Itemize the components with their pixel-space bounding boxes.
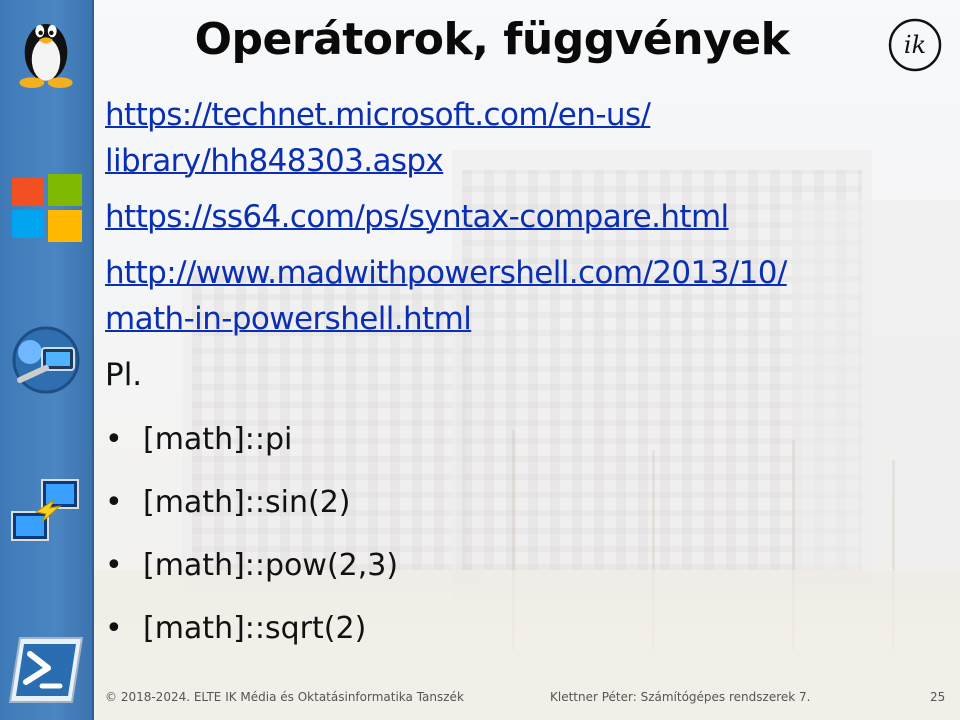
example-label: Pl.: [105, 357, 143, 393]
example-text: [math]::pi: [143, 422, 293, 457]
powershell-icon: [8, 637, 84, 703]
ik-logo-icon: ik: [888, 18, 942, 72]
link-3[interactable]: http://www.madwithpowershell.com/2013/10…: [105, 250, 945, 342]
logo-text: ik: [904, 31, 926, 59]
slide-title: Operátorok, függvények: [194, 14, 790, 65]
example-text: [math]::sqrt(2): [143, 611, 367, 646]
example-text: [math]::pow(2,3): [143, 548, 399, 583]
link-1-line-2[interactable]: library/hh848303.aspx: [105, 143, 444, 179]
link-1-line-1[interactable]: https://technet.microsoft.com/en-us/: [105, 97, 651, 133]
bullet-icon: •: [105, 422, 123, 457]
list-item: • [math]::pow(2,3): [105, 534, 945, 597]
footer-page-number: 25: [930, 690, 946, 704]
link-3-line-1[interactable]: http://www.madwithpowershell.com/2013/10…: [105, 255, 787, 291]
link-2-line-1[interactable]: https://ss64.com/ps/syntax-compare.html: [105, 199, 729, 235]
example-text: [math]::sin(2): [143, 485, 351, 520]
list-item: • [math]::pi: [105, 408, 945, 471]
linux-tux-icon: [19, 24, 73, 88]
windows-logo-icon: [12, 174, 82, 242]
slide-content: https://technet.microsoft.com/en-us/ lib…: [105, 92, 945, 660]
bullet-icon: •: [105, 611, 123, 646]
list-item: • [math]::sin(2): [105, 471, 945, 534]
file-transfer-icon: [11, 479, 79, 541]
link-3-line-2[interactable]: math-in-powershell.html: [105, 301, 472, 337]
bullet-icon: •: [105, 548, 123, 583]
bullet-icon: •: [105, 485, 123, 520]
link-2[interactable]: https://ss64.com/ps/syntax-compare.html: [105, 194, 945, 240]
network-admin-icon: [12, 326, 80, 394]
list-item: • [math]::sqrt(2): [105, 597, 945, 660]
sidebar: [0, 0, 94, 720]
example-list: • [math]::pi • [math]::sin(2) • [math]::pow…: [105, 408, 945, 660]
link-1[interactable]: https://technet.microsoft.com/en-us/ lib…: [105, 92, 945, 184]
footer-course: Klettner Péter: Számítógépes rendszerek …: [550, 690, 811, 704]
footer-copyright: © 2018-2024. ELTE IK Média és Oktatásinf…: [105, 690, 464, 704]
